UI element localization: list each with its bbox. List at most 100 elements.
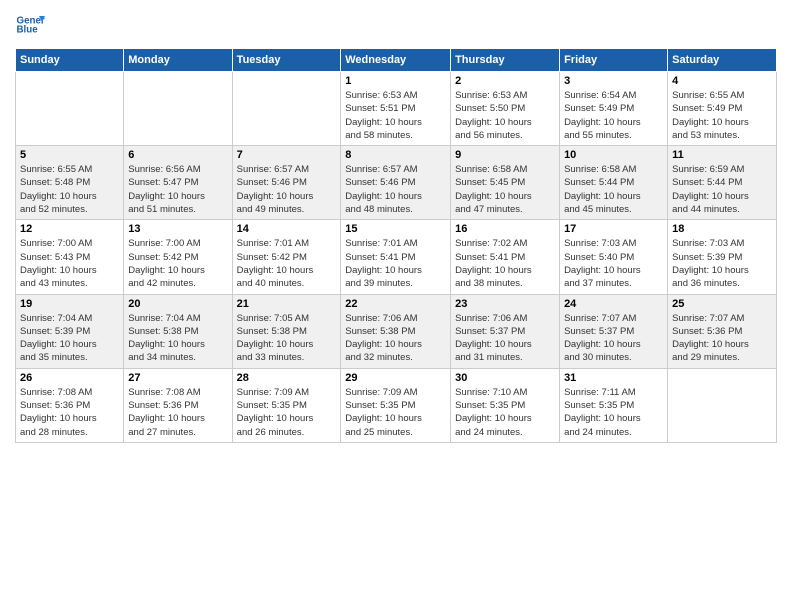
calendar-day: 22 Sunrise: 7:06 AMSunset: 5:38 PMDayligh… <box>341 294 451 368</box>
calendar-table: SundayMondayTuesdayWednesdayThursdayFrid… <box>15 48 777 443</box>
calendar-day: 28Sunrise: 7:09 AMSunset: 5:35 PMDayligh… <box>232 368 341 442</box>
day-info: Sunrise: 7:07 AMSunset: 5:37 PMDaylight:… <box>564 312 663 365</box>
day-number: 11 <box>672 149 772 161</box>
day-number: 23 <box>455 298 555 310</box>
calendar-header-monday: Monday <box>124 49 232 72</box>
calendar-day: 17Sunrise: 7:03 AMSunset: 5:40 PMDayligh… <box>560 220 668 294</box>
day-info: Sunrise: 7:01 AMSunset: 5:42 PMDaylight:… <box>237 237 337 290</box>
calendar-day <box>16 72 124 146</box>
calendar-header-saturday: Saturday <box>668 49 777 72</box>
day-info: Sunrise: 7:07 AMSunset: 5:36 PMDaylight:… <box>672 312 772 365</box>
calendar-day: 18 Sunrise: 7:03 AMSunset: 5:39 PMDayligh… <box>668 220 777 294</box>
day-info: Sunrise: 6:53 AMSunset: 5:50 PMDaylight:… <box>455 89 555 142</box>
day-info: Sunrise: 6:57 AMSunset: 5:46 PMDaylight:… <box>237 163 337 216</box>
day-number: 12 <box>20 223 119 235</box>
day-number: 18 <box>672 223 772 235</box>
logo-icon: General Blue <box>15 10 45 40</box>
calendar-day: 24 Sunrise: 7:07 AMSunset: 5:37 PMDayligh… <box>560 294 668 368</box>
calendar-day: 10 Sunrise: 6:58 AMSunset: 5:44 PMDayligh… <box>560 146 668 220</box>
calendar-day: 9 Sunrise: 6:58 AMSunset: 5:45 PMDaylight… <box>451 146 560 220</box>
calendar-header-sunday: Sunday <box>16 49 124 72</box>
day-number: 29 <box>345 372 446 384</box>
day-number: 9 <box>455 149 555 161</box>
day-number: 22 <box>345 298 446 310</box>
calendar-day: 20Sunrise: 7:04 AMSunset: 5:38 PMDayligh… <box>124 294 232 368</box>
calendar-header-friday: Friday <box>560 49 668 72</box>
calendar-day: 15 Sunrise: 7:01 AMSunset: 5:41 PMDayligh… <box>341 220 451 294</box>
day-number: 24 <box>564 298 663 310</box>
day-info: Sunrise: 6:58 AMSunset: 5:45 PMDaylight:… <box>455 163 555 216</box>
day-info: Sunrise: 7:04 AMSunset: 5:39 PMDaylight:… <box>20 312 119 365</box>
day-number: 10 <box>564 149 663 161</box>
day-info: Sunrise: 7:11 AMSunset: 5:35 PMDaylight:… <box>564 386 663 439</box>
calendar-day: 5 Sunrise: 6:55 AMSunset: 5:48 PMDaylight… <box>16 146 124 220</box>
day-number: 7 <box>237 149 337 161</box>
day-info: Sunrise: 6:53 AMSunset: 5:51 PMDaylight:… <box>345 89 446 142</box>
day-info: Sunrise: 7:08 AMSunset: 5:36 PMDaylight:… <box>128 386 227 439</box>
day-info: Sunrise: 7:06 AMSunset: 5:38 PMDaylight:… <box>345 312 446 365</box>
day-info: Sunrise: 7:00 AMSunset: 5:42 PMDaylight:… <box>128 237 227 290</box>
calendar-day: 8Sunrise: 6:57 AMSunset: 5:46 PMDaylight… <box>341 146 451 220</box>
day-number: 31 <box>564 372 663 384</box>
day-number: 19 <box>20 298 119 310</box>
day-number: 25 <box>672 298 772 310</box>
day-number: 21 <box>237 298 337 310</box>
day-info: Sunrise: 7:01 AMSunset: 5:41 PMDaylight:… <box>345 237 446 290</box>
calendar-day: 27 Sunrise: 7:08 AMSunset: 5:36 PMDayligh… <box>124 368 232 442</box>
calendar-day: 12 Sunrise: 7:00 AMSunset: 5:43 PMDayligh… <box>16 220 124 294</box>
calendar-header-thursday: Thursday <box>451 49 560 72</box>
day-info: Sunrise: 7:10 AMSunset: 5:35 PMDaylight:… <box>455 386 555 439</box>
calendar-day: 26 Sunrise: 7:08 AMSunset: 5:36 PMDayligh… <box>16 368 124 442</box>
calendar-week-row: 5 Sunrise: 6:55 AMSunset: 5:48 PMDaylight… <box>16 146 777 220</box>
calendar-day: 21Sunrise: 7:05 AMSunset: 5:38 PMDayligh… <box>232 294 341 368</box>
day-number: 2 <box>455 75 555 87</box>
day-number: 3 <box>564 75 663 87</box>
calendar-day: 14Sunrise: 7:01 AMSunset: 5:42 PMDayligh… <box>232 220 341 294</box>
day-number: 15 <box>345 223 446 235</box>
calendar-day: 19 Sunrise: 7:04 AMSunset: 5:39 PMDayligh… <box>16 294 124 368</box>
calendar-day: 1 Sunrise: 6:53 AMSunset: 5:51 PMDaylight… <box>341 72 451 146</box>
calendar-day: 11Sunrise: 6:59 AMSunset: 5:44 PMDayligh… <box>668 146 777 220</box>
calendar-header-wednesday: Wednesday <box>341 49 451 72</box>
calendar-day: 30 Sunrise: 7:10 AMSunset: 5:35 PMDayligh… <box>451 368 560 442</box>
day-number: 8 <box>345 149 446 161</box>
day-info: Sunrise: 7:06 AMSunset: 5:37 PMDaylight:… <box>455 312 555 365</box>
header: General Blue <box>15 10 777 40</box>
day-info: Sunrise: 6:58 AMSunset: 5:44 PMDaylight:… <box>564 163 663 216</box>
day-info: Sunrise: 7:00 AMSunset: 5:43 PMDaylight:… <box>20 237 119 290</box>
day-number: 5 <box>20 149 119 161</box>
day-info: Sunrise: 7:09 AMSunset: 5:35 PMDaylight:… <box>345 386 446 439</box>
day-info: Sunrise: 7:09 AMSunset: 5:35 PMDaylight:… <box>237 386 337 439</box>
calendar-day <box>668 368 777 442</box>
day-number: 16 <box>455 223 555 235</box>
calendar-header-row: SundayMondayTuesdayWednesdayThursdayFrid… <box>16 49 777 72</box>
day-number: 17 <box>564 223 663 235</box>
day-info: Sunrise: 6:55 AMSunset: 5:48 PMDaylight:… <box>20 163 119 216</box>
day-number: 4 <box>672 75 772 87</box>
calendar-day: 25 Sunrise: 7:07 AMSunset: 5:36 PMDayligh… <box>668 294 777 368</box>
calendar-day: 3 Sunrise: 6:54 AMSunset: 5:49 PMDaylight… <box>560 72 668 146</box>
svg-text:Blue: Blue <box>17 25 39 36</box>
day-number: 13 <box>128 223 227 235</box>
calendar-week-row: 12 Sunrise: 7:00 AMSunset: 5:43 PMDayligh… <box>16 220 777 294</box>
calendar-week-row: 1 Sunrise: 6:53 AMSunset: 5:51 PMDaylight… <box>16 72 777 146</box>
day-number: 27 <box>128 372 227 384</box>
day-info: Sunrise: 7:03 AMSunset: 5:39 PMDaylight:… <box>672 237 772 290</box>
day-info: Sunrise: 7:02 AMSunset: 5:41 PMDaylight:… <box>455 237 555 290</box>
day-info: Sunrise: 6:55 AMSunset: 5:49 PMDaylight:… <box>672 89 772 142</box>
calendar-day: 6Sunrise: 6:56 AMSunset: 5:47 PMDaylight… <box>124 146 232 220</box>
day-number: 26 <box>20 372 119 384</box>
calendar-day: 2 Sunrise: 6:53 AMSunset: 5:50 PMDaylight… <box>451 72 560 146</box>
day-number: 30 <box>455 372 555 384</box>
calendar-day: 7 Sunrise: 6:57 AMSunset: 5:46 PMDaylight… <box>232 146 341 220</box>
calendar-day: 13 Sunrise: 7:00 AMSunset: 5:42 PMDayligh… <box>124 220 232 294</box>
calendar-week-row: 26 Sunrise: 7:08 AMSunset: 5:36 PMDayligh… <box>16 368 777 442</box>
day-number: 20 <box>128 298 227 310</box>
day-info: Sunrise: 7:08 AMSunset: 5:36 PMDaylight:… <box>20 386 119 439</box>
day-info: Sunrise: 6:54 AMSunset: 5:49 PMDaylight:… <box>564 89 663 142</box>
calendar-day: 4 Sunrise: 6:55 AMSunset: 5:49 PMDaylight… <box>668 72 777 146</box>
calendar-header-tuesday: Tuesday <box>232 49 341 72</box>
day-number: 1 <box>345 75 446 87</box>
calendar-day: 31 Sunrise: 7:11 AMSunset: 5:35 PMDayligh… <box>560 368 668 442</box>
calendar-day <box>232 72 341 146</box>
